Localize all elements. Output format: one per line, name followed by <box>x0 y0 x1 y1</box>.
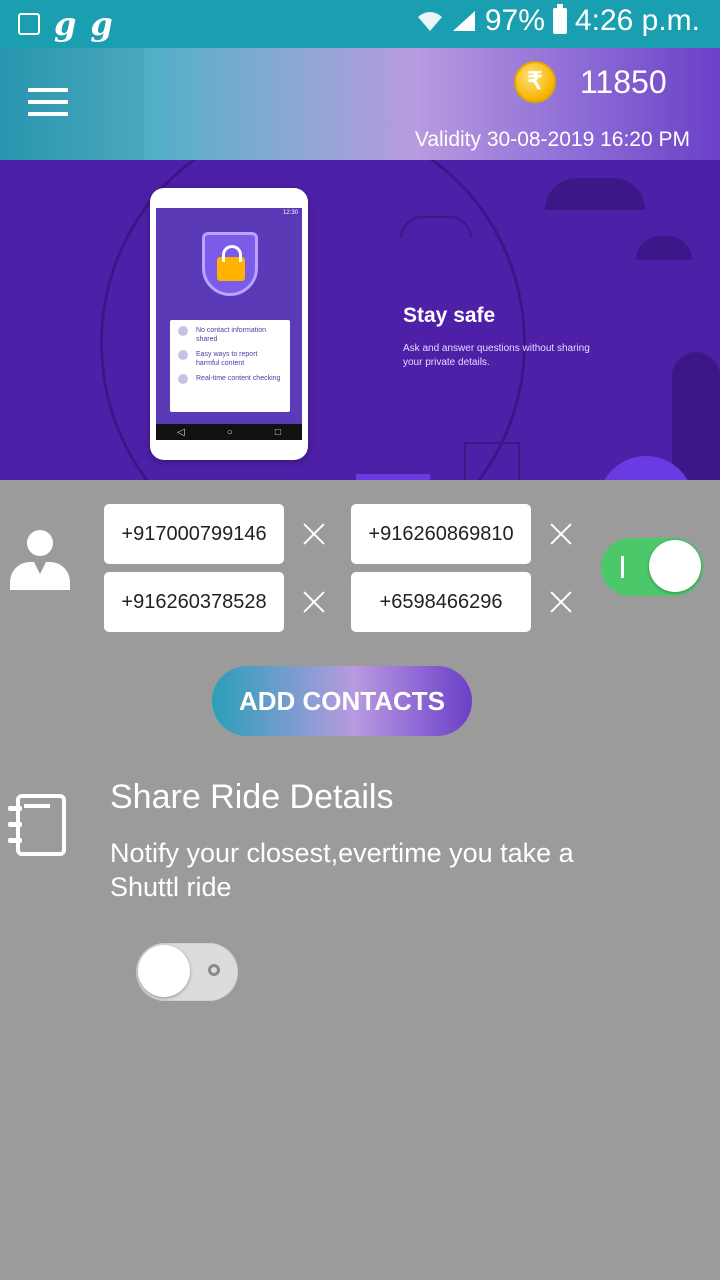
remove-contact-icon[interactable] <box>302 590 326 614</box>
app-notification-icon: g <box>54 5 77 43</box>
banner-title: Stay safe <box>403 304 496 327</box>
battery-percent: 97% <box>484 4 545 37</box>
contact-chip[interactable]: +917000799146 <box>104 504 284 564</box>
app-notification-icon: g <box>90 5 113 43</box>
banner-subtitle: Ask and answer questions without sharing… <box>403 343 590 368</box>
document-illustration <box>464 442 520 480</box>
gallery-icon <box>18 13 40 35</box>
signal-icon <box>452 11 475 31</box>
list-item: No contact information shared <box>170 320 290 344</box>
menu-button[interactable] <box>0 48 144 160</box>
list-item: Easy ways to report harmful content <box>170 344 290 368</box>
rupee-coin-icon: ₹ <box>514 61 556 103</box>
clock: 4:26 p.m. <box>574 4 700 37</box>
share-ride-toggle[interactable] <box>136 943 238 1001</box>
status-bar: g g 97% 4:26 p.m. <box>0 0 720 48</box>
phone-screen: 12:30 No contact information shared Easy… <box>156 208 302 440</box>
person-icon <box>10 530 70 592</box>
app-header: ₹ 11850 Validity 30-08-2019 16:20 PM <box>0 48 720 160</box>
shield-lock-icon <box>202 232 258 296</box>
remove-contact-icon[interactable] <box>549 590 573 614</box>
cloud-icon <box>400 216 472 238</box>
stay-safe-banner: 12:30 No contact information shared Easy… <box>0 160 720 480</box>
remove-contact-icon[interactable] <box>302 522 326 546</box>
cloud-icon <box>636 236 692 260</box>
wifi-icon <box>417 12 442 31</box>
building-illustration <box>672 352 720 480</box>
contact-chip[interactable]: +916260869810 <box>351 504 531 564</box>
remove-contact-icon[interactable] <box>549 522 573 546</box>
contact-chip[interactable]: +916260378528 <box>104 572 284 632</box>
share-ride-description: Notify your closest,evertime you take a … <box>110 838 574 902</box>
phone-time: 12:30 <box>282 210 298 216</box>
person-icon <box>178 326 188 336</box>
contact-chip[interactable]: +6598466296 <box>351 572 531 632</box>
phone-illustration: 12:30 No contact information shared Easy… <box>150 188 308 460</box>
cloud-icon <box>545 178 645 210</box>
points-balance: 11850 <box>580 64 667 100</box>
banner-bottom-strip <box>356 474 430 480</box>
validity-text: Validity 30-08-2019 16:20 PM <box>414 128 690 151</box>
shield-check-icon <box>178 374 188 384</box>
list-item: Real-time content checking <box>170 368 290 384</box>
add-contacts-button[interactable]: ADD CONTACTS <box>212 666 472 736</box>
flag-icon <box>178 350 188 360</box>
notebook-icon <box>8 792 68 860</box>
safety-card: No contact information shared Easy ways … <box>170 320 290 412</box>
share-ride-title: Share Ride Details <box>110 778 394 816</box>
battery-icon <box>552 4 567 34</box>
phone-nav-bar: ◁ ○ □ <box>156 424 302 440</box>
contacts-toggle[interactable] <box>601 538 703 596</box>
hamburger-icon <box>28 88 68 118</box>
